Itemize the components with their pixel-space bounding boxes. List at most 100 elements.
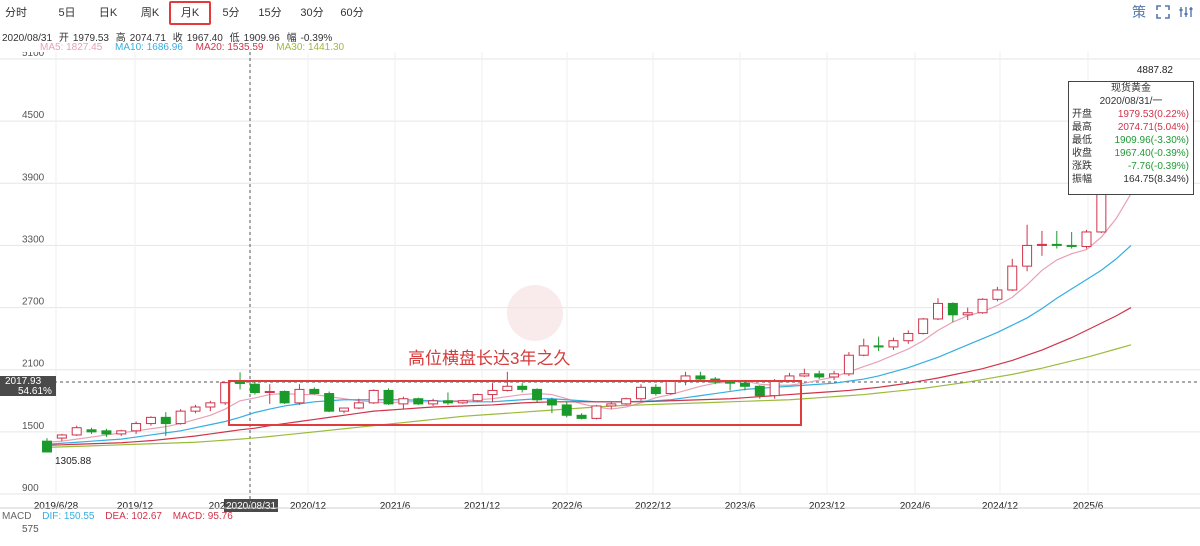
candle-body (962, 312, 973, 316)
y-tick-label: 900 (22, 483, 39, 494)
macd-axis-value: 575 (22, 524, 39, 535)
tab-timeshare[interactable]: 分时 (4, 3, 28, 23)
tooltip-change-value: -7.76(-0.39%) (1127, 161, 1189, 172)
candle-body (56, 434, 67, 439)
y-tick-label: 1500 (22, 421, 45, 432)
annotation-text: 高位横盘长达3年之久 (408, 349, 571, 368)
tooltip-row-open: 开盘 1979.53(0.22%) (1069, 108, 1193, 121)
tooltip-date: 2020/08/31/一 (1099, 96, 1163, 107)
candle-body (101, 430, 112, 435)
x-tick-label: 2025/6 (1073, 501, 1104, 512)
candle-body (873, 345, 884, 348)
tooltip-high-label: 最高 (1072, 122, 1092, 133)
candle-body (339, 407, 349, 412)
x-tick-label: 2024/12 (982, 501, 1019, 512)
macd-value: MACD: 95.76 (172, 511, 233, 522)
candle-body (947, 302, 958, 316)
period-tabbar: 分时 5日 日K 周K 月K 5分 15分 30分 60分 策 (0, 0, 1200, 26)
candle-body (160, 416, 171, 425)
candle-body (353, 402, 364, 409)
candle-body (428, 400, 439, 405)
candle-body (383, 389, 394, 405)
price-tag: 2017.93 54.61% (0, 376, 56, 397)
y-tick-label: 5100 (22, 52, 45, 59)
candle-body (1051, 243, 1062, 246)
tab-15min[interactable]: 15分 (256, 3, 284, 23)
candle-body (888, 340, 899, 348)
tab-5min[interactable]: 5分 (220, 3, 242, 23)
x-tick-label: 2022/12 (635, 501, 672, 512)
candle-body (695, 375, 706, 380)
candle-body (413, 398, 424, 405)
tab-daily-k[interactable]: 日K (96, 3, 120, 23)
candle-body (799, 373, 810, 377)
candle-body (1007, 265, 1018, 291)
macd-title: MACD (2, 511, 32, 522)
candle-body (398, 398, 409, 405)
expand-icon[interactable] (1155, 4, 1171, 20)
tooltip-close-label: 收盘 (1072, 148, 1092, 159)
x-tick-label: 2023/12 (809, 501, 846, 512)
x-tick-label: 2022/6 (552, 501, 583, 512)
tooltip-low-label: 最低 (1072, 135, 1092, 146)
x-tick-label: 2021/12 (464, 501, 501, 512)
x-tick-label: 2021/6 (380, 501, 411, 512)
macd-legend: MACD DIF: 150.55 DEA: 102.67 MACD: 95.76 (2, 511, 241, 522)
tab-60min[interactable]: 60分 (338, 3, 366, 23)
tab-5day[interactable]: 5日 (56, 3, 78, 23)
high-price-label: 4887.82 (1137, 65, 1174, 76)
price-tag-pct: 54.61% (18, 386, 52, 397)
candle-body (502, 385, 513, 391)
candle-body (131, 423, 142, 432)
candle-body (650, 386, 661, 395)
tab-30min[interactable]: 30分 (298, 3, 326, 23)
tooltip-row-high: 最高 2074.71(5.04%) (1069, 121, 1193, 134)
candle-body (546, 399, 557, 406)
candle-body (442, 400, 453, 404)
candle-body (903, 332, 914, 342)
candle-body (368, 389, 379, 404)
candle-body (561, 404, 572, 416)
candle-body (517, 385, 528, 390)
x-tick-label: 2020/12 (290, 501, 327, 512)
candle-body (309, 388, 320, 395)
candle-body (739, 382, 750, 387)
candle-body (814, 373, 825, 378)
candle-body (1081, 231, 1092, 247)
strategy-icon[interactable]: 策 (1131, 4, 1147, 20)
tooltip-amplitude-value: 164.75(8.34%) (1123, 174, 1189, 185)
ma10-line (46, 244, 1132, 445)
candle-body (636, 386, 646, 400)
candle-body (205, 402, 216, 408)
candle-body (294, 388, 305, 404)
y-tick-label: 4500 (22, 110, 45, 121)
candle-body (769, 380, 780, 397)
tab-monthly-k[interactable]: 月K (169, 1, 211, 25)
candle-body (754, 385, 765, 397)
candle-body (829, 373, 840, 378)
candle-body (1036, 243, 1047, 246)
candle-body (472, 394, 483, 402)
tooltip-row-change: 涨跌 -7.76(-0.39%) (1069, 160, 1193, 173)
tooltip-change-label: 涨跌 (1072, 161, 1092, 172)
y-tick-label: 2700 (22, 297, 45, 308)
kline-chart[interactable]: 90015002100270033003900450051002019/6/28… (0, 52, 1200, 514)
tooltip-low-value: 1909.96(-3.30%) (1114, 135, 1190, 146)
candle-body (532, 388, 543, 401)
x-tick-label: 2024/6 (900, 501, 931, 512)
tooltip-amplitude-label: 振幅 (1072, 174, 1092, 185)
tab-weekly-k[interactable]: 周K (138, 3, 162, 23)
candle-body (606, 403, 617, 407)
tooltip-row-amplitude: 振幅 164.75(8.34%) (1069, 173, 1193, 186)
tooltip-open-label: 开盘 (1072, 109, 1092, 120)
settings-icon[interactable] (1178, 4, 1194, 20)
macd-dif: DIF: 150.55 (42, 511, 95, 522)
candle-body (725, 381, 736, 384)
candle-body (977, 298, 988, 314)
candle-body (190, 406, 201, 412)
tooltip-row-close: 收盘 1967.40(-0.39%) (1069, 147, 1193, 160)
macd-dea: DEA: 102.67 (105, 511, 162, 522)
candle-body (175, 410, 186, 425)
y-tick-label: 3300 (22, 234, 45, 245)
x-tick-label: 2023/6 (725, 501, 756, 512)
